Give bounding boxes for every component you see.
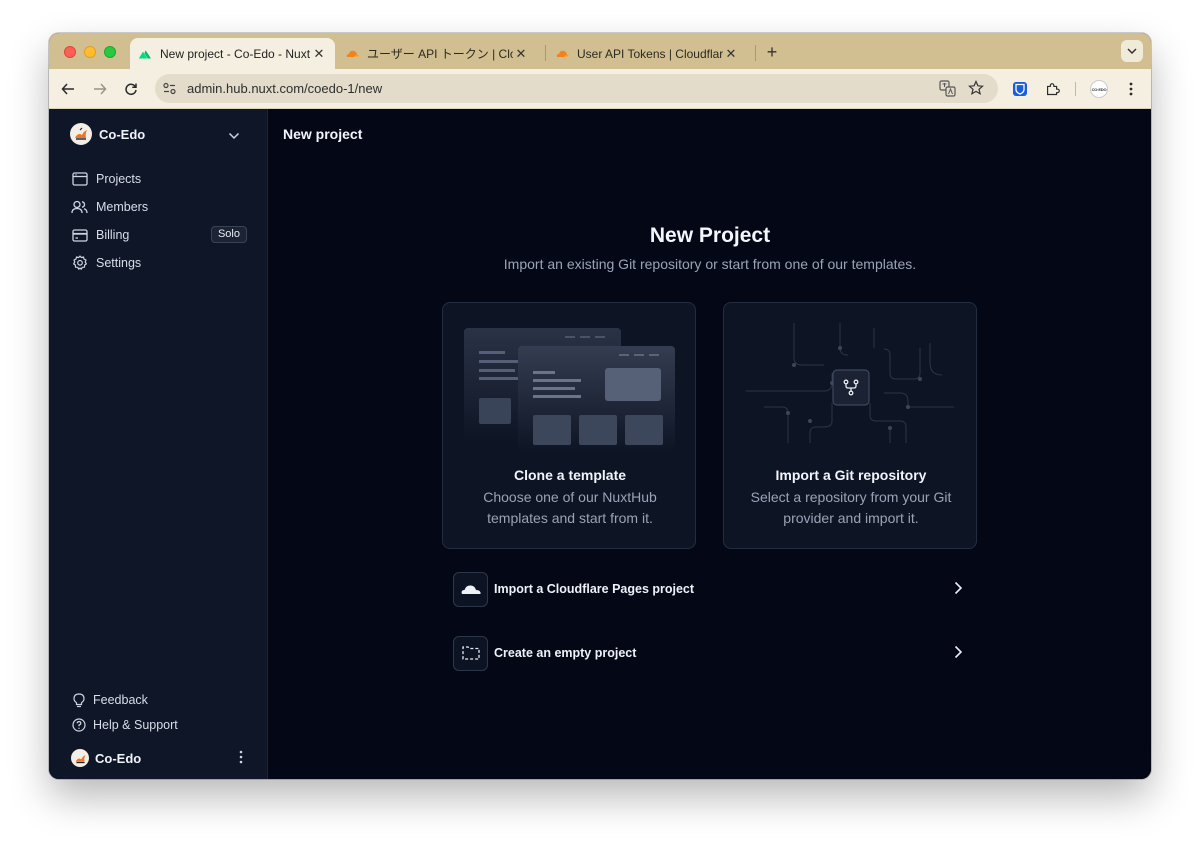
sidebar: Co-Edo Projects Members Billing Solo Set…: [49, 109, 268, 779]
browser-toolbar: admin.hub.nuxt.com/coedo-1/new CO·EDO: [49, 69, 1151, 109]
card-title: Clone a template: [513, 467, 627, 483]
browser-window-icon: [71, 171, 88, 188]
sidebar-item-label: Billing: [96, 228, 130, 242]
new-project-heading: New Project: [649, 224, 771, 247]
tab-title: ユーザー API トークン | Cloudflare: [367, 47, 513, 61]
git-network-illustration: [746, 323, 954, 443]
back-button[interactable]: [58, 79, 78, 99]
minimize-window-button[interactable]: [84, 46, 96, 58]
row-label: Create an empty project: [494, 646, 637, 660]
new-tab-button[interactable]: +: [761, 42, 783, 63]
import-cloudflare-pages-row[interactable]: Import a Cloudflare Pages project: [453, 571, 965, 607]
sidebar-item-members[interactable]: Members: [71, 196, 247, 218]
sidebar-item-billing[interactable]: Billing Solo: [71, 224, 247, 246]
row-label: Import a Cloudflare Pages project: [494, 582, 695, 596]
sidebar-item-label: Feedback: [93, 693, 148, 707]
kebab-menu-icon[interactable]: [239, 750, 243, 769]
browser-window: New project - Co-Edo - NuxtHub ✕ ユーザー AP…: [49, 33, 1151, 779]
close-window-button[interactable]: [64, 46, 76, 58]
close-tab-icon[interactable]: ✕: [311, 46, 327, 62]
org-name: Co-Edo: [99, 126, 146, 142]
clone-template-card[interactable]: Clone a template Choose one of our NuxtH…: [442, 302, 696, 549]
card-title: Import a Git repository: [775, 467, 927, 483]
tab-new-project[interactable]: New project - Co-Edo - NuxtHub ✕: [130, 38, 335, 69]
import-git-card[interactable]: Import a Git repository Select a reposit…: [723, 302, 977, 549]
user-menu[interactable]: Co-Edo: [71, 748, 247, 768]
arrow-right-icon: [94, 83, 107, 95]
tab-separator: [755, 45, 756, 61]
tab-cloudflare-en[interactable]: User API Tokens | Cloudflare ✕: [547, 38, 747, 69]
tab-separator: [545, 45, 546, 61]
users-icon: [71, 199, 88, 216]
close-tab-icon[interactable]: ✕: [723, 46, 739, 62]
chevron-down-icon: [228, 127, 240, 145]
cloud-icon: [453, 571, 488, 607]
sidebar-item-feedback[interactable]: Feedback: [71, 690, 247, 710]
template-preview-illustration: [464, 328, 675, 453]
bitwarden-extension-icon[interactable]: [1010, 79, 1030, 99]
reload-button[interactable]: [121, 79, 141, 99]
bookmark-star-icon[interactable]: [968, 80, 984, 101]
cloudflare-icon: [345, 47, 359, 61]
reload-icon: [125, 83, 137, 96]
tab-title: User API Tokens | Cloudflare: [577, 46, 723, 61]
create-empty-project-row[interactable]: Create an empty project: [453, 635, 965, 671]
new-project-subheading: Import an existing Git repository or sta…: [503, 256, 917, 272]
browser-menu-button[interactable]: [1121, 79, 1141, 99]
url-text: admin.hub.nuxt.com/coedo-1/new: [187, 81, 383, 96]
forward-button[interactable]: [90, 79, 110, 99]
sidebar-item-label: Settings: [96, 256, 142, 270]
page-title: New project: [283, 126, 363, 142]
sidebar-item-label: Help & Support: [93, 718, 178, 732]
question-circle-icon: [71, 718, 86, 733]
sidebar-item-label: Projects: [96, 172, 142, 186]
chevron-down-icon: [1127, 48, 1137, 54]
sidebar-item-settings[interactable]: Settings: [71, 252, 247, 274]
tab-search-button[interactable]: [1121, 40, 1143, 62]
org-switcher[interactable]: Co-Edo: [70, 123, 250, 145]
dashed-folder-icon: [453, 635, 488, 671]
chevron-right-icon: [954, 581, 963, 600]
org-logo: [70, 123, 92, 145]
arrow-left-icon: [61, 83, 74, 95]
sidebar-item-label: Members: [96, 200, 149, 214]
card-description: Select a repository from your Git provid…: [750, 489, 952, 526]
app-viewport: Co-Edo Projects Members Billing Solo Set…: [49, 109, 1151, 779]
maximize-window-button[interactable]: [104, 46, 116, 58]
extensions-puzzle-icon[interactable]: [1042, 79, 1062, 99]
address-bar[interactable]: admin.hub.nuxt.com/coedo-1/new: [155, 74, 998, 103]
close-tab-icon[interactable]: ✕: [513, 46, 529, 62]
toolbar-divider: [1075, 82, 1076, 96]
sidebar-item-projects[interactable]: Projects: [71, 168, 247, 190]
chevron-right-icon: [954, 645, 963, 664]
tab-cloudflare-ja[interactable]: ユーザー API トークン | Cloudflare ✕: [337, 38, 537, 69]
gear-icon: [71, 255, 88, 272]
profile-avatar-text: CO·EDO: [1090, 80, 1108, 98]
site-settings-icon[interactable]: [162, 81, 177, 101]
user-avatar: [71, 749, 89, 767]
tab-strip: New project - Co-Edo - NuxtHub ✕ ユーザー AP…: [49, 33, 1151, 69]
plan-badge: Solo: [210, 226, 247, 243]
card-description: Choose one of our NuxtHub templates and …: [483, 489, 657, 526]
lightbulb-icon: [71, 692, 86, 708]
main-content: New project New Project Import an existi…: [269, 109, 1151, 779]
credit-card-icon: [71, 227, 88, 244]
kebab-menu-icon: [1129, 82, 1133, 96]
cloudflare-icon: [555, 47, 569, 61]
sidebar-item-help[interactable]: Help & Support: [71, 715, 247, 735]
nuxt-icon: [138, 47, 152, 61]
translate-icon[interactable]: [939, 80, 956, 102]
user-name: Co-Edo: [95, 750, 142, 766]
tab-title: New project - Co-Edo - NuxtHub: [160, 46, 311, 61]
profile-avatar[interactable]: CO·EDO: [1089, 79, 1109, 99]
